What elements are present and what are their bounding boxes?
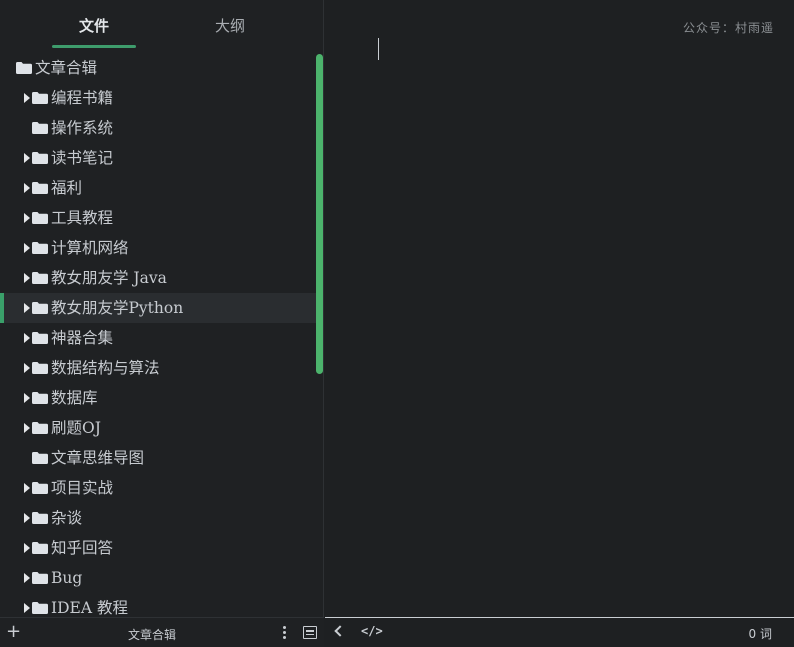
tree-item[interactable]: Bug bbox=[0, 563, 316, 593]
caret-right-icon[interactable] bbox=[24, 153, 30, 163]
folder-icon bbox=[32, 272, 48, 284]
watermark-text: 公众号：村雨遥 bbox=[682, 21, 774, 35]
folder-icon bbox=[32, 362, 48, 374]
plus-icon[interactable]: + bbox=[6, 623, 21, 641]
tree-item-label: 知乎回答 bbox=[51, 539, 114, 557]
folder-icon bbox=[16, 62, 32, 74]
current-folder-name: 文章合辑 bbox=[127, 628, 176, 642]
tree-item[interactable]: 操作系统 bbox=[0, 113, 316, 143]
caret-right-icon[interactable] bbox=[24, 483, 30, 493]
folder-icon bbox=[32, 242, 48, 254]
tree-item[interactable]: 计算机网络 bbox=[0, 233, 316, 263]
active-tab-indicator bbox=[52, 45, 136, 48]
caret-right-icon[interactable] bbox=[24, 573, 30, 583]
word-count[interactable]: 0 词 bbox=[749, 625, 772, 642]
panel-icon[interactable] bbox=[303, 626, 317, 639]
folder-icon bbox=[32, 302, 48, 314]
sidebar-tabs: 文件 大纲 bbox=[0, 0, 324, 52]
tree-item[interactable]: 项目实战 bbox=[0, 473, 316, 503]
tree-item[interactable]: 工具教程 bbox=[0, 203, 316, 233]
sidebar-scrollbar[interactable] bbox=[316, 54, 323, 374]
folder-icon bbox=[32, 182, 48, 194]
caret-right-icon[interactable] bbox=[24, 603, 30, 613]
tree-item[interactable]: 文章思维导图 bbox=[0, 443, 316, 473]
caret-right-icon[interactable] bbox=[24, 243, 30, 253]
tree-item-label: 神器合集 bbox=[51, 329, 114, 347]
tree-item-label: 教女朋友学Python bbox=[51, 299, 184, 317]
more-vertical-icon[interactable] bbox=[282, 626, 288, 640]
caret-right-icon[interactable] bbox=[24, 93, 30, 103]
folder-icon bbox=[32, 92, 48, 104]
tree-item[interactable]: 文章合辑 bbox=[0, 53, 316, 83]
tree-item-label: 文章合辑 bbox=[35, 59, 98, 77]
tab-outline[interactable]: 大纲 bbox=[162, 0, 298, 52]
sidebar-footer: + 文章合辑 bbox=[0, 617, 324, 647]
code-icon[interactable]: </> bbox=[361, 624, 383, 638]
folder-icon bbox=[32, 212, 48, 224]
tree-item-label: Bug bbox=[51, 569, 83, 587]
caret-right-icon[interactable] bbox=[24, 423, 30, 433]
tree-item-label: 数据结构与算法 bbox=[51, 359, 160, 377]
folder-icon bbox=[32, 422, 48, 434]
tree-item-label: 数据库 bbox=[51, 389, 98, 407]
selection-indicator bbox=[0, 293, 4, 323]
chevron-left-icon[interactable] bbox=[334, 625, 346, 637]
folder-icon bbox=[32, 572, 48, 584]
tree-item-label: 文章思维导图 bbox=[51, 449, 145, 467]
folder-icon bbox=[32, 332, 48, 344]
tree-item[interactable]: 知乎回答 bbox=[0, 533, 316, 563]
caret-right-icon[interactable] bbox=[24, 363, 30, 373]
caret-right-icon[interactable] bbox=[24, 513, 30, 523]
caret-right-icon[interactable] bbox=[24, 393, 30, 403]
editor-area[interactable]: 公众号：村雨遥 bbox=[325, 0, 794, 617]
tree-item-label: 福利 bbox=[51, 179, 83, 197]
text-cursor bbox=[378, 38, 379, 60]
tree-item-label: 杂谈 bbox=[51, 509, 83, 527]
folder-icon bbox=[32, 152, 48, 164]
tree-item[interactable]: 刷题OJ bbox=[0, 413, 316, 443]
tree-item[interactable]: 数据库 bbox=[0, 383, 316, 413]
tree-item-label: 刷题OJ bbox=[51, 419, 101, 437]
tree-item[interactable]: 教女朋友学 Java bbox=[0, 263, 316, 293]
file-sidebar: 文件 大纲 文章合辑 编程书籍 操作系统 读书笔记 福利 工具教程 计算机网络 教女朋友学 J… bbox=[0, 0, 324, 647]
caret-right-icon[interactable] bbox=[24, 273, 30, 283]
caret-right-icon[interactable] bbox=[24, 303, 30, 313]
tree-item[interactable]: 编程书籍 bbox=[0, 83, 316, 113]
folder-icon bbox=[32, 512, 48, 524]
tree-item-label: 教女朋友学 Java bbox=[51, 269, 167, 287]
tree-item-label: 操作系统 bbox=[51, 119, 114, 137]
folder-icon bbox=[32, 122, 48, 134]
tree-item[interactable]: 神器合集 bbox=[0, 323, 316, 353]
tree-item[interactable]: 杂谈 bbox=[0, 503, 316, 533]
caret-right-icon[interactable] bbox=[24, 333, 30, 343]
folder-icon bbox=[32, 452, 48, 464]
tree-item-label: 计算机网络 bbox=[51, 239, 129, 257]
tree-item[interactable]: 教女朋友学Python bbox=[0, 293, 316, 323]
tree-item-label: 工具教程 bbox=[51, 209, 114, 227]
folder-icon bbox=[32, 602, 48, 614]
tree-item-label: IDEA 教程 bbox=[51, 599, 128, 617]
tree-item[interactable]: 数据结构与算法 bbox=[0, 353, 316, 383]
status-bar: </> 0 词 bbox=[325, 617, 794, 647]
tree-item-label: 编程书籍 bbox=[51, 89, 114, 107]
caret-right-icon[interactable] bbox=[24, 213, 30, 223]
caret-right-icon[interactable] bbox=[24, 183, 30, 193]
tree-item[interactable]: 读书笔记 bbox=[0, 143, 316, 173]
tree-item-label: 项目实战 bbox=[51, 479, 114, 497]
tree-item[interactable]: IDEA 教程 bbox=[0, 593, 316, 617]
folder-icon bbox=[32, 482, 48, 494]
file-tree: 文章合辑编程书籍操作系统读书笔记福利工具教程计算机网络教女朋友学 Java 教女朋… bbox=[0, 52, 324, 617]
tree-item-label: 读书笔记 bbox=[51, 149, 114, 167]
caret-right-icon[interactable] bbox=[24, 543, 30, 553]
folder-icon bbox=[32, 392, 48, 404]
folder-icon bbox=[32, 542, 48, 554]
tree-item[interactable]: 福利 bbox=[0, 173, 316, 203]
